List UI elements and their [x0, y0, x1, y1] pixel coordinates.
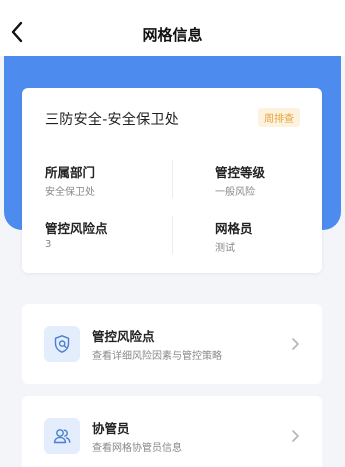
users-icon	[44, 418, 80, 454]
risk-points-label: 管控风险点	[45, 221, 108, 236]
grid-name: 三防安全-安全保卫处	[45, 112, 180, 128]
grid-member-label: 网格员	[215, 221, 253, 236]
shield-search-icon	[44, 326, 80, 362]
risk-points-entry[interactable]: 管控风险点 查看详细风险因素与管控策略	[22, 304, 322, 384]
status-badge: 周排查	[258, 108, 300, 127]
grid-info-card: 三防安全-安全保卫处 周排查 所属部门 安全保卫处 管控等级 一般风险 管控风险…	[22, 88, 322, 273]
entry-title: 协管员	[92, 421, 130, 436]
entry-subtitle: 查看详细风险因素与管控策略	[92, 351, 222, 362]
department-value: 安全保卫处	[45, 187, 95, 198]
page-title: 网格信息	[142, 26, 203, 44]
grid-member-value: 测试	[215, 243, 235, 254]
navigation-bar: 网格信息	[0, 0, 345, 56]
control-level-value: 一般风险	[215, 187, 255, 198]
department-label: 所属部门	[45, 165, 96, 180]
column-divider	[172, 216, 173, 254]
chevron-right-icon	[292, 338, 299, 350]
chevron-right-icon	[292, 430, 299, 442]
co-manager-entry[interactable]: 协管员 查看网格协管员信息	[22, 396, 322, 467]
column-divider	[172, 160, 173, 198]
risk-points-value: 3	[45, 239, 52, 250]
entry-subtitle: 查看网格协管员信息	[92, 443, 182, 454]
entry-title: 管控风险点	[92, 329, 155, 344]
control-level-label: 管控等级	[215, 165, 266, 180]
